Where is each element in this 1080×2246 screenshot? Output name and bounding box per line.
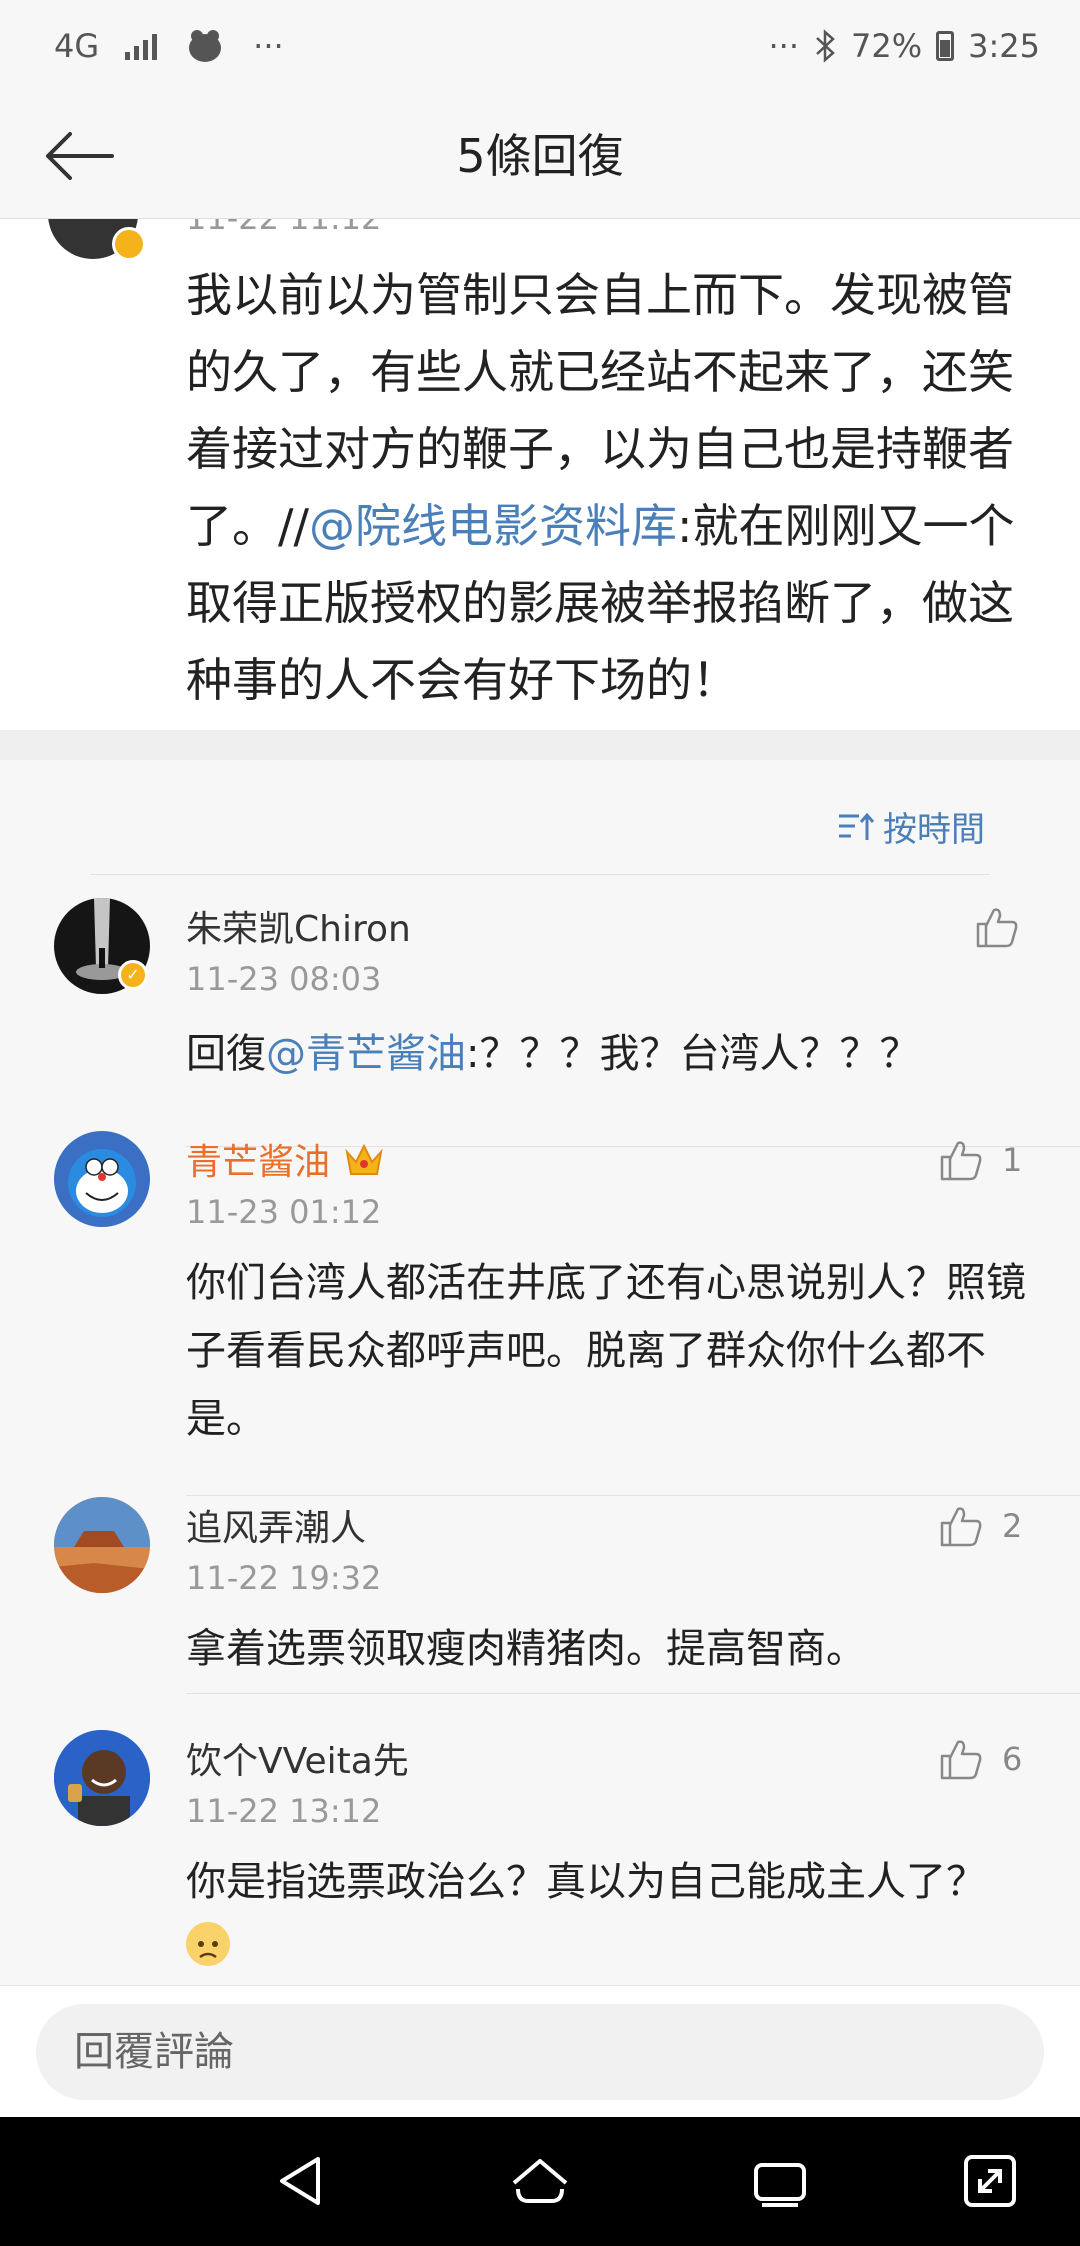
more-notifications-indicator: ··· (253, 27, 284, 65)
doraemon-image (68, 1149, 136, 1217)
back-nav-icon[interactable] (270, 2149, 334, 2213)
comment-text: 你是指选票政治么？真以为自己能成主人了？ (186, 1848, 1036, 1984)
comment-timestamp: 11-22 19:32 (186, 1559, 382, 1597)
original-post: 11-22 11:12 我以前以为管制只会自上而下。发现被管的久了，有些人就已经… (0, 219, 1080, 729)
sort-label: 按時間 (883, 810, 985, 850)
divider (186, 1495, 1080, 1496)
desert-landscape-image (54, 1497, 150, 1593)
comment-text: 回復@青芒酱油:？？？我？台湾人？？？ (186, 1020, 1036, 1088)
system-nav-bar (0, 2117, 1080, 2246)
like-count: 2 (1002, 1507, 1023, 1545)
like-button[interactable]: 6 (938, 1736, 1022, 1782)
thumbs-up-icon (940, 1740, 982, 1780)
comment-author[interactable]: 朱荣凯Chiron (186, 900, 411, 952)
sort-by-time-button[interactable]: 按時間 (837, 802, 985, 851)
signal-icon (125, 32, 158, 60)
cartoon-man-image (54, 1730, 150, 1826)
comment-item: 饮个VVeita先 11-22 13:12 你是指选票政治么？真以为自己能成主人… (0, 1730, 1080, 1970)
home-nav-icon[interactable] (508, 2149, 572, 2213)
bluetooth-icon (816, 29, 835, 63)
reply-prefix: 回復 (186, 1031, 266, 1077)
recent-apps-icon[interactable] (748, 2149, 812, 2213)
author-name: 青芒酱油 (186, 1142, 331, 1183)
comment-body: :？？？我？台湾人？？？ (466, 1031, 920, 1077)
comment-list: 按時間 ✓ 朱荣凯Chiron 11-23 08:03 回復@青芒酱油:？？？我… (0, 760, 1080, 1985)
comment-item: ✓ 朱荣凯Chiron 11-23 08:03 回復@青芒酱油:？？？我？台湾人… (0, 898, 1080, 1150)
battery-percent: 72% (851, 27, 923, 65)
like-count: 1 (1002, 1141, 1023, 1179)
vip-crown-icon (345, 1143, 383, 1175)
clock: 3:25 (968, 27, 1040, 65)
comment-author[interactable]: 追风弄潮人 (186, 1499, 366, 1551)
verified-badge-icon: ✓ (118, 960, 148, 990)
like-button[interactable]: 1 (938, 1137, 1022, 1183)
more-status-indicator: ··· (768, 27, 800, 65)
app-notification-icon (189, 30, 222, 62)
thumbs-up-icon (940, 1141, 982, 1181)
like-button[interactable] (974, 904, 1020, 950)
comment-item: 青芒酱油 11-23 01:12 你们台湾人都活在井底了还有心思说别人？照镜子看… (0, 1131, 1080, 1501)
post-timestamp: 11-22 11:12 (186, 219, 381, 237)
avatar[interactable] (54, 1131, 150, 1227)
verified-badge-icon (112, 227, 146, 261)
thumbs-up-icon (976, 908, 1018, 948)
comment-timestamp: 11-22 13:12 (186, 1792, 382, 1830)
avatar[interactable] (54, 1730, 150, 1826)
reply-bar: 回覆評論 (0, 1985, 1080, 2118)
sort-icon (839, 812, 875, 840)
comment-text: 拿着选票领取瘦肉精猪肉。提高智商。 (186, 1626, 866, 1672)
comment-author[interactable]: 饮个VVeita先 (186, 1732, 409, 1784)
screen-expand-icon[interactable] (958, 2149, 1022, 2213)
comment-timestamp: 11-23 08:03 (186, 960, 382, 998)
sad-face-emoji-icon (186, 1922, 230, 1966)
sort-row: 按時間 (0, 760, 1080, 875)
page-title: 5條回復 (456, 129, 624, 183)
divider (90, 874, 990, 875)
divider (186, 1693, 1080, 1694)
thumbs-up-icon (940, 1507, 982, 1547)
like-button[interactable]: 2 (938, 1503, 1022, 1549)
comment-body: 你是指选票政治么？真以为自己能成主人了？ (186, 1859, 986, 1905)
comment-text: 你们台湾人都活在井底了还有心思说别人？照镜子看看民众都呼声吧。脱离了群众你什么都… (186, 1260, 1026, 1442)
section-divider (0, 730, 1080, 760)
reply-comment-input[interactable]: 回覆評論 (36, 2004, 1044, 2100)
comment-author[interactable]: 青芒酱油 (186, 1133, 384, 1185)
comment-timestamp: 11-23 01:12 (186, 1193, 382, 1231)
mention-link[interactable]: @青芒酱油 (266, 1031, 466, 1077)
avatar[interactable] (54, 1497, 150, 1593)
network-indicator: 4G (54, 27, 100, 65)
like-count: 6 (1002, 1740, 1023, 1778)
top-nav-bar: 5條回復 (0, 90, 1080, 219)
battery-icon (936, 31, 955, 61)
post-text: 我以前以为管制只会自上而下。发现被管的久了，有些人就已经站不起来了，还笑着接过对… (186, 257, 1016, 719)
comment-item: 追风弄潮人 11-22 19:32 拿着选票领取瘦肉精猪肉。提高智商。 2 (0, 1497, 1080, 1729)
status-bar: 4G ··· ··· 72% 3:25 (0, 0, 1080, 90)
mention-link[interactable]: @院线电影资料库 (309, 499, 677, 553)
